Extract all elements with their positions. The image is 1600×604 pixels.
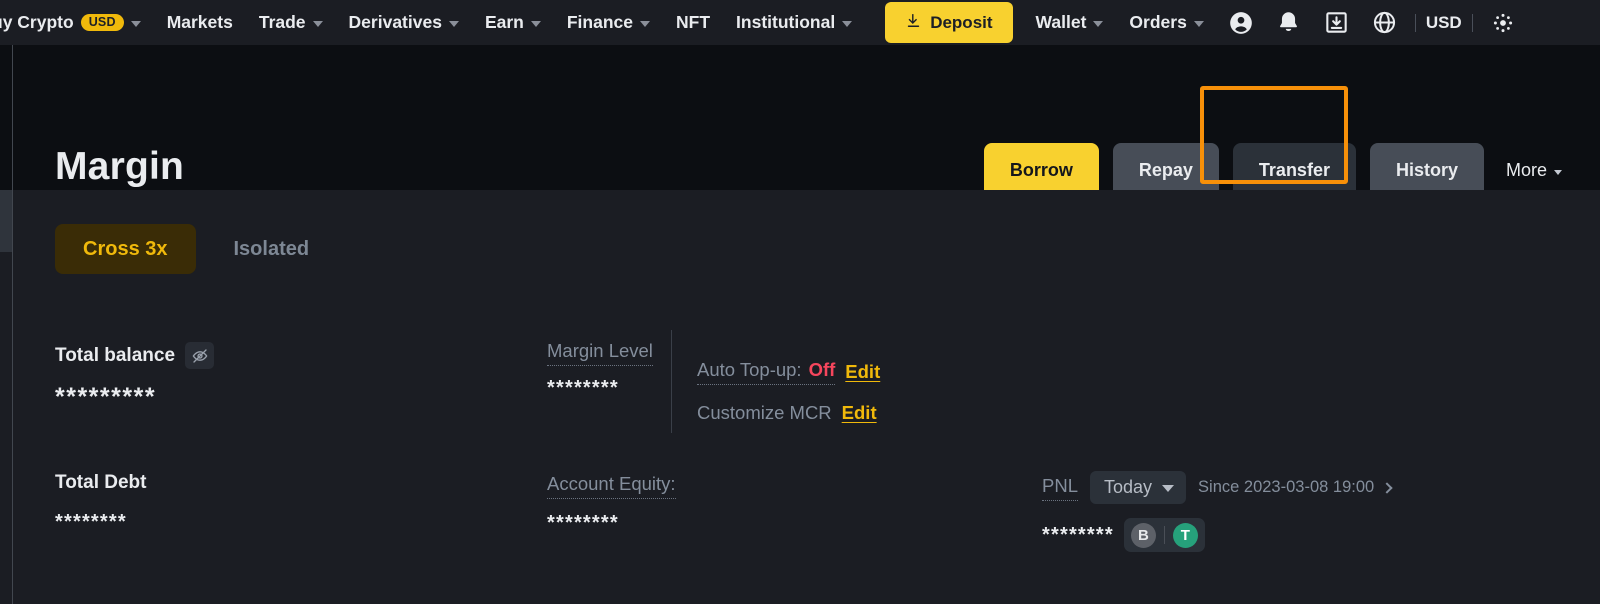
customize-mcr-kv: Customize MCR Edit [697, 402, 877, 424]
coin-separator [1163, 526, 1165, 544]
nav-item-finance[interactable]: Finance [554, 0, 663, 45]
chevron-down-icon [1162, 485, 1175, 492]
nav-item-wallet[interactable]: Wallet [1023, 0, 1117, 45]
pnl-value: ******** [1042, 524, 1114, 546]
nav-item-trade[interactable]: Trade [246, 0, 336, 45]
total-debt-block: Total Debt ******** [55, 472, 146, 532]
usd-badge: USD [80, 13, 124, 32]
chevron-down-icon [530, 20, 541, 27]
auto-topup-edit-link[interactable]: Edit [845, 361, 880, 383]
pnl-header-row: PNL Today Since 2023-03-08 19:00 [1042, 471, 1393, 504]
auto-topup-label[interactable]: Auto Top-up: Off [697, 359, 836, 385]
margin-mode-tabs: Cross 3x Isolated [55, 224, 337, 274]
chevron-down-icon [842, 20, 853, 27]
pnl-block: PNL Today Since 2023-03-08 19:00 *******… [1042, 471, 1393, 552]
nav-label-wallet: Wallet [1035, 12, 1087, 32]
usdt-coin-icon[interactable]: T [1172, 522, 1198, 548]
nav-item-nft[interactable]: NFT [663, 0, 723, 45]
page-header-band: Margin Borrow Repay Transfer History Mor… [0, 45, 1600, 198]
section-divider [671, 330, 672, 433]
user-account-icon[interactable] [1224, 6, 1258, 40]
left-scrollbar-thumb[interactable] [0, 190, 12, 252]
deposit-label: Deposit [930, 12, 993, 32]
margin-level-label[interactable]: Margin Level [547, 340, 653, 366]
app-root: uy Crypto USD Markets Trade Derivatives … [0, 0, 1600, 604]
nav-item-orders[interactable]: Orders [1116, 0, 1216, 45]
customize-mcr-edit-link[interactable]: Edit [842, 402, 877, 424]
deposit-download-icon [905, 12, 922, 34]
customize-mcr-label: Customize MCR [697, 402, 832, 423]
currency-selector[interactable]: USD [1422, 13, 1466, 33]
left-rail-divider [12, 45, 13, 604]
nav-label-earn: Earn [484, 12, 524, 32]
page-title: Margin [55, 145, 185, 188]
account-equity-label-wrap: Account Equity: [547, 473, 676, 499]
top-navigation-bar: uy Crypto USD Markets Trade Derivatives … [0, 0, 1600, 45]
chevron-down-icon [1193, 20, 1204, 27]
account-equity-label[interactable]: Account Equity: [547, 473, 676, 499]
chevron-right-icon [1381, 481, 1393, 494]
auto-topup-kv: Auto Top-up: Off Edit [697, 359, 880, 385]
tab-cross-3x[interactable]: Cross 3x [55, 224, 196, 274]
more-menu-button[interactable]: More [1506, 160, 1564, 181]
btc-coin-icon[interactable]: B [1130, 522, 1156, 548]
nav-item-markets[interactable]: Markets [154, 0, 246, 45]
total-balance-label-row: Total balance [55, 342, 215, 369]
chevron-down-icon [640, 20, 650, 27]
download-box-icon[interactable] [1320, 6, 1354, 40]
nav-label-finance: Finance [566, 12, 633, 32]
nav-item-derivatives[interactable]: Derivatives [336, 0, 472, 45]
chevron-down-icon [312, 20, 323, 27]
theme-settings-icon[interactable] [1486, 6, 1520, 40]
nav-divider [1414, 13, 1416, 32]
total-debt-label: Total Debt [55, 472, 147, 493]
deposit-button[interactable]: Deposit [885, 2, 1013, 43]
auto-topup-label-text: Auto Top-up: [697, 359, 802, 380]
auto-topup-row: Auto Top-up: Off Edit [697, 359, 880, 385]
nav-label-orders: Orders [1129, 12, 1187, 32]
margin-level-label-wrap: Margin Level [547, 340, 653, 366]
total-balance-label: Total balance [55, 344, 176, 366]
margin-level-value: ******** [547, 377, 619, 399]
customize-mcr-row: Customize MCR Edit [697, 402, 877, 424]
margin-level-block: Margin Level ******** [547, 340, 653, 398]
nav-divider [1471, 13, 1473, 32]
pnl-currency-toggle: B T [1123, 518, 1205, 552]
pnl-label[interactable]: PNL [1042, 475, 1078, 501]
tab-isolated[interactable]: Isolated [206, 224, 338, 274]
pnl-value-row: ******** B T [1042, 518, 1391, 552]
globe-language-icon[interactable] [1368, 6, 1402, 40]
pnl-period-selector[interactable]: Today [1090, 471, 1187, 504]
pnl-since-text: Since 2023-03-08 19:00 [1198, 478, 1375, 496]
total-balance-block: Total balance ********* [55, 342, 215, 411]
account-equity-block: Account Equity: ******** [547, 473, 676, 533]
total-debt-value: ******** [55, 511, 127, 533]
nav-label-institutional: Institutional [736, 12, 836, 32]
nav-label-derivatives: Derivatives [348, 12, 442, 32]
chevron-down-icon [1093, 20, 1104, 27]
pnl-period-value: Today [1104, 477, 1153, 497]
account-equity-value: ******** [547, 512, 619, 534]
chevron-down-icon [130, 20, 141, 27]
chevron-down-icon [448, 20, 459, 27]
chevron-down-icon [1554, 169, 1562, 175]
nav-label-nft: NFT [676, 12, 711, 32]
nav-label-markets: Markets [166, 12, 233, 32]
nav-label-trade: Trade [258, 12, 306, 32]
nav-item-institutional[interactable]: Institutional [723, 0, 865, 45]
nav-primary-links: uy Crypto USD Markets Trade Derivatives … [0, 0, 1527, 45]
hide-balance-eye-off-icon[interactable] [185, 342, 215, 369]
total-balance-value: ********* [55, 383, 157, 411]
nav-item-buy-crypto[interactable]: uy Crypto USD [0, 0, 154, 45]
notification-bell-icon[interactable] [1272, 6, 1306, 40]
more-label: More [1505, 160, 1547, 180]
nav-item-earn[interactable]: Earn [472, 0, 554, 45]
main-content: Cross 3x Isolated Total balance ********… [0, 190, 1600, 604]
nav-label-buy-crypto: uy Crypto [0, 12, 74, 32]
auto-topup-value: Off [808, 359, 836, 380]
pnl-since-link[interactable]: Since 2023-03-08 19:00 [1198, 478, 1393, 497]
